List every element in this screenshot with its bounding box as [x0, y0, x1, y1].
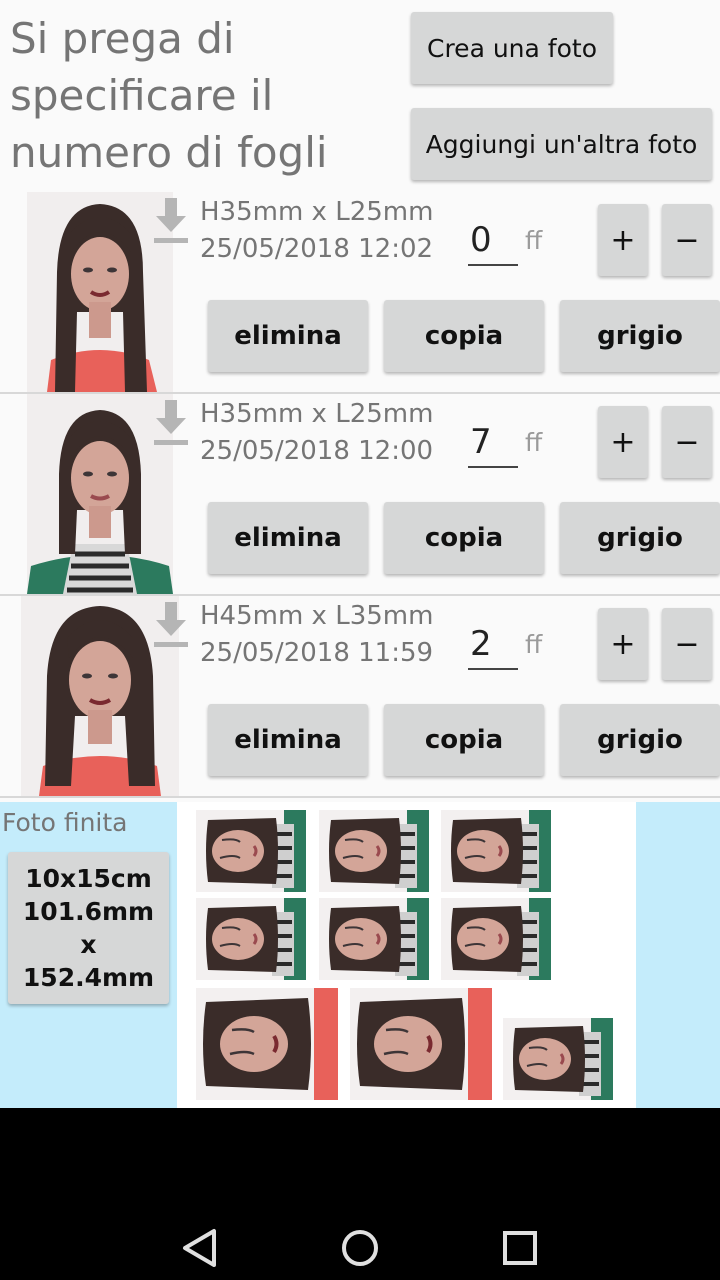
copy-button[interactable]: copia [384, 502, 544, 574]
decrease-button[interactable]: − [662, 406, 712, 478]
photo-size: H35mm x L25mm [200, 399, 434, 429]
delete-button[interactable]: elimina [208, 502, 368, 574]
grayscale-button[interactable]: grigio [560, 502, 720, 574]
download-icon[interactable] [150, 602, 192, 650]
increase-button[interactable]: + [598, 608, 648, 680]
copy-button[interactable]: copia [384, 704, 544, 776]
increase-button[interactable]: + [598, 204, 648, 276]
paper-size-line: 10x15cm [25, 864, 152, 893]
paper-size-line: 152.4mm [22, 963, 155, 992]
print-thumbnail [350, 988, 492, 1100]
sheet-count-input[interactable]: 7 [468, 420, 518, 468]
photo-row: H35mm x L25mm 25/05/2018 12:00 7 ff + − … [0, 394, 720, 596]
create-photo-button[interactable]: Crea una foto [411, 12, 613, 84]
grayscale-button[interactable]: grigio [560, 300, 720, 372]
sheet-count-input[interactable]: 2 [468, 622, 518, 670]
decrease-button[interactable]: − [662, 204, 712, 276]
download-icon[interactable] [150, 198, 192, 246]
header: Si prega di specificare il numero di fog… [0, 0, 720, 190]
print-thumbnail [196, 988, 338, 1100]
instruction-text: Si prega di specificare il numero di fog… [10, 14, 328, 177]
final-photo-panel: Foto finita 10x15cm 101.6mm x 152.4mm [0, 802, 720, 1108]
home-icon[interactable] [338, 1226, 382, 1270]
photo-row: H35mm x L25mm 25/05/2018 12:02 0 ff + − … [0, 192, 720, 394]
final-photo-label: Foto finita [2, 808, 128, 837]
increase-button[interactable]: + [598, 406, 648, 478]
photo-date: 25/05/2018 12:00 [200, 436, 434, 466]
download-icon[interactable] [150, 400, 192, 448]
delete-button[interactable]: elimina [208, 704, 368, 776]
grayscale-button[interactable]: grigio [560, 704, 720, 776]
decrease-button[interactable]: − [662, 608, 712, 680]
print-thumbnail [196, 898, 306, 980]
photo-date: 25/05/2018 11:59 [200, 638, 434, 668]
print-thumbnail [319, 810, 429, 892]
sheet-unit-label: ff [525, 428, 543, 457]
print-thumbnail [319, 898, 429, 980]
sheet-unit-label: ff [525, 630, 543, 659]
navigation-bar [0, 1108, 720, 1280]
photo-size: H45mm x L35mm [200, 601, 434, 631]
photo-row: H45mm x L35mm 25/05/2018 11:59 2 ff + − … [0, 596, 720, 798]
sheet-unit-label: ff [525, 226, 543, 255]
add-photo-button[interactable]: Aggiungi un'altra foto [411, 108, 712, 180]
print-thumbnail [196, 810, 306, 892]
delete-button[interactable]: elimina [208, 300, 368, 372]
paper-size-line: 101.6mm [22, 897, 155, 926]
paper-size-button[interactable]: 10x15cm 101.6mm x 152.4mm [8, 852, 169, 1004]
sheet-count-input[interactable]: 0 [468, 218, 518, 266]
photo-date: 25/05/2018 12:02 [200, 234, 434, 264]
recents-icon[interactable] [498, 1226, 542, 1270]
back-icon[interactable] [178, 1226, 222, 1270]
paper-size-line: x [80, 930, 97, 959]
print-thumbnail [441, 810, 551, 892]
print-sheet-preview[interactable] [177, 802, 636, 1108]
print-thumbnail [441, 898, 551, 980]
print-thumbnail [503, 1018, 613, 1100]
copy-button[interactable]: copia [384, 300, 544, 372]
photo-size: H35mm x L25mm [200, 197, 434, 227]
